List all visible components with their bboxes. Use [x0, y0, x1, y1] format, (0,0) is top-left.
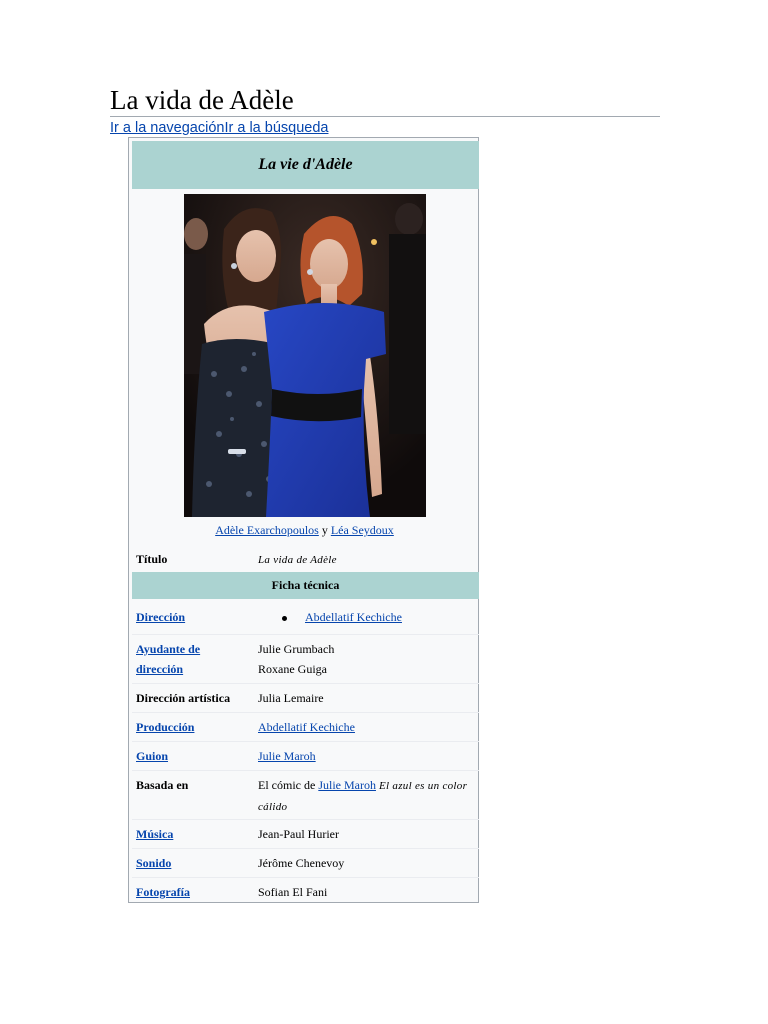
source-author-link[interactable]: Julie Maroh	[318, 778, 376, 792]
row-label-titulo: Título	[136, 552, 168, 566]
page-title: La vida de Adèle	[110, 85, 294, 115]
row-label-direccion-artistica: Dirección artística	[136, 691, 231, 705]
row-divider	[132, 848, 479, 849]
row-divider	[132, 712, 479, 713]
row-value-direccion: Abdellatif Kechiche	[258, 607, 476, 627]
jump-to-navigation-link[interactable]: Ir a la navegación	[110, 120, 224, 136]
row-divider	[132, 634, 479, 635]
infobox-heading: La vie d'Adèle	[132, 141, 479, 189]
actresses-photo	[184, 194, 426, 517]
row-value-titulo: La vida de Adèle	[258, 549, 476, 570]
assistant-director-2: Roxane Guiga	[258, 662, 327, 676]
caption-conjunction: y	[318, 523, 331, 537]
based-on-prefix: El cómic de	[258, 778, 319, 792]
list-bullet	[282, 615, 287, 621]
row-value-guion: Julie Maroh	[258, 746, 476, 766]
ayudante-de-direccion-link[interactable]: Ayudante de dirección	[136, 642, 200, 676]
musica-link[interactable]: Música	[136, 827, 173, 841]
row-value-basada-en: El cómic de Julie Maroh El azul es un co…	[258, 775, 476, 817]
row-value-musica: Jean-Paul Hurier	[258, 827, 339, 841]
row-label-fotografia: Fotografía	[136, 882, 248, 902]
produccion-link[interactable]: Producción	[136, 720, 194, 734]
row-label-musica: Música	[136, 824, 248, 844]
guion-link[interactable]: Guion	[136, 749, 168, 763]
title-divider	[110, 116, 660, 117]
row-label-produccion: Producción	[136, 717, 248, 737]
photo-caption: Adèle Exarchopoulos y Léa Seydoux	[129, 522, 480, 538]
row-label-ayudante-de-direccion: Ayudante de dirección	[136, 639, 248, 679]
infobox-photo[interactable]	[184, 194, 426, 517]
row-value-produccion: Abdellatif Kechiche	[258, 717, 476, 737]
title-value: La vida de Adèle	[258, 554, 337, 566]
jump-links: Ir a la navegaciónIr a la búsqueda	[110, 119, 328, 137]
row-divider	[132, 819, 479, 820]
row-label-guion: Guion	[136, 746, 248, 766]
row-divider	[132, 877, 479, 878]
row-divider	[132, 683, 479, 684]
row-label-sonido: Sonido	[136, 853, 248, 873]
section-heading-ficha-tecnica: Ficha técnica	[132, 572, 479, 599]
caption-link-lea-seydoux[interactable]: Léa Seydoux	[331, 523, 394, 537]
row-divider	[132, 770, 479, 771]
producer-link[interactable]: Abdellatif Kechiche	[258, 720, 355, 734]
direccion-link[interactable]: Dirección	[136, 610, 185, 624]
row-label-basada-en: Basada en	[136, 778, 189, 792]
assistant-director-1: Julie Grumbach	[258, 642, 335, 656]
row-value-direccion-artistica: Julia Lemaire	[258, 691, 324, 705]
row-value-ayudante-de-direccion: Julie Grumbach Roxane Guiga	[258, 639, 476, 679]
row-divider	[132, 741, 479, 742]
fotografia-link[interactable]: Fotografía	[136, 885, 190, 899]
caption-link-adele-exarchopoulos[interactable]: Adèle Exarchopoulos	[215, 523, 319, 537]
row-label-direccion: Dirección	[136, 607, 248, 627]
director-link[interactable]: Abdellatif Kechiche	[305, 610, 402, 624]
screenwriter-link[interactable]: Julie Maroh	[258, 749, 316, 763]
row-value-fotografia: Sofian El Fani	[258, 885, 328, 899]
sonido-link[interactable]: Sonido	[136, 856, 171, 870]
infobox: La vie d'Adèle Adèle Exarchopoulos y Léa…	[128, 137, 479, 903]
row-value-sonido: Jérôme Chenevoy	[258, 856, 345, 870]
jump-to-search-link[interactable]: Ir a la búsqueda	[224, 120, 328, 136]
